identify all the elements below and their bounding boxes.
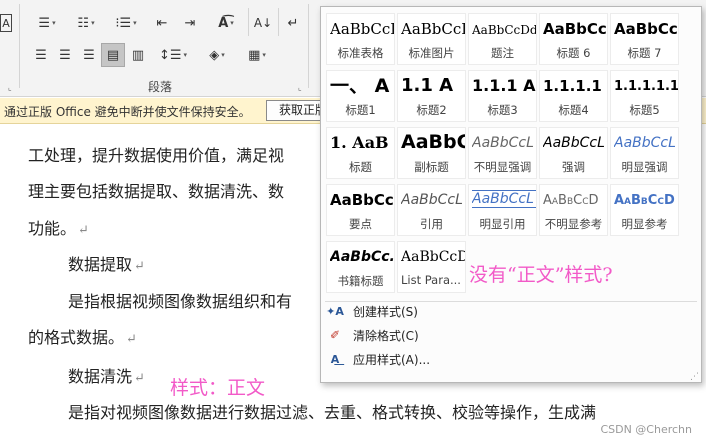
style-tile[interactable]: 一、 A 标题1 — [326, 70, 395, 122]
style-gallery-popup: AaBbCcI 标准表格 AaBbCcI 标准图片 AaBbCcDd 题注 AaBbC… — [320, 6, 702, 383]
doc-line: 功能。 ↵ — [28, 219, 89, 238]
doc-line: 工处理，提升数据使用价值，满足视 — [28, 146, 285, 165]
create-style-icon: ✦A — [326, 304, 344, 318]
create-style-command[interactable]: ✦A 创建样式(S) — [326, 300, 418, 322]
style-tile[interactable]: AaBbCcD 不明显参考 — [539, 184, 608, 236]
style-tile[interactable]: 1.1.1 A 标题3 — [468, 70, 537, 122]
clear-formatting-command[interactable]: ✐ 清除格式(C) — [327, 324, 419, 346]
ribbon-separator — [19, 4, 20, 88]
style-tile[interactable]: AaBbCcI 标准表格 — [326, 13, 395, 65]
paragraph-mark: ↵ — [78, 223, 89, 238]
style-tile[interactable]: AaBbC 副标题 — [397, 127, 466, 179]
sort-button[interactable]: A↓ — [252, 12, 274, 34]
doc-line: 是指根据视频图像数据组织和有 — [68, 292, 293, 311]
doc-heading-line: 数据清洗 ↵ — [68, 367, 145, 386]
decrease-indent-button[interactable]: ⇤ — [150, 12, 174, 34]
style-tile[interactable]: AaBbCcl 标题 7 — [610, 13, 679, 65]
doc-line: 的格式数据。 ↵ — [28, 328, 137, 347]
style-annotation: 样式：正文 — [170, 377, 266, 399]
bullets-button[interactable]: ☰ ▾ — [30, 12, 64, 34]
style-tile[interactable]: 1.1.1.1.1 标题5 — [610, 70, 679, 122]
style-tile[interactable]: AaBbCcL 引用 — [397, 184, 466, 236]
info-bar-message: 通过正版 Office 避免中断并使文件保持安全。 — [4, 105, 251, 119]
paragraph-dialog-launcher-icon[interactable]: ⌞ — [298, 83, 302, 92]
line-spacing-button[interactable]: ↕☰ ▾ — [156, 44, 190, 66]
style-tile[interactable]: 1.1.1.1 标题4 — [539, 70, 608, 122]
style-tile[interactable]: AaBbCcD 明显参考 — [610, 184, 679, 236]
style-tile[interactable]: AaBbCcDd 题注 — [468, 13, 537, 65]
shading-button[interactable]: ◈ ▾ — [200, 44, 234, 66]
align-right-button[interactable]: ☰ — [78, 44, 100, 66]
justify-button[interactable]: ▤ — [101, 43, 125, 67]
paragraph-mark: ↵ — [134, 371, 145, 386]
numbering-button[interactable]: ☷ ▾ — [68, 12, 104, 34]
doc-line: 理主要包括数据提取、数据清洗、数 — [28, 182, 285, 201]
watermark: CSDN @Cherchn — [600, 423, 692, 436]
clear-formatting-icon: ✐ — [329, 328, 341, 342]
apply-styles-command[interactable]: A͟ 应用样式(A)... — [327, 348, 430, 370]
chinese-layout-button[interactable]: A͡ ▾ — [208, 12, 244, 34]
paragraph-mark: ↵ — [126, 332, 137, 347]
ribbon-separator — [248, 8, 249, 36]
style-tile[interactable]: AaBbCcL 不明显强调 — [468, 127, 537, 179]
paragraph-group-label: 段落 — [148, 80, 173, 94]
style-tile[interactable]: AaBbCc. 书籍标题 — [326, 241, 395, 293]
style-tile[interactable]: AaBbCcl 要点 — [326, 184, 395, 236]
ribbon-separator — [308, 4, 309, 88]
style-tile[interactable]: AaBbCcL 强调 — [539, 127, 608, 179]
align-center-button[interactable]: ☰ — [54, 44, 76, 66]
ribbon-separator — [278, 8, 279, 36]
style-tile[interactable]: 1. AaB 标题 — [326, 127, 395, 179]
question-annotation: 没有“正文”样式? — [469, 264, 613, 286]
style-tile[interactable]: AaBbCcD List Para... — [397, 241, 466, 293]
borders-button[interactable]: ▦ ▾ — [240, 44, 274, 66]
font-style-a-button[interactable]: A — [0, 14, 12, 32]
resize-grip-icon[interactable]: ⋰ — [690, 372, 699, 382]
increase-indent-button[interactable]: ⇥ — [178, 12, 202, 34]
style-tile[interactable]: AaBbCcI 标准图片 — [397, 13, 466, 65]
style-tile[interactable]: AaBbCcL 明显引用 — [468, 184, 537, 236]
distributed-button[interactable]: ▥ — [127, 44, 149, 66]
font-dialog-launcher-icon[interactable]: ⌞ — [8, 83, 12, 92]
multilevel-list-button[interactable]: ⁝☰ ▾ — [108, 12, 144, 34]
style-tile[interactable]: 1.1 A 标题2 — [397, 70, 466, 122]
show-marks-button[interactable]: ↵ — [282, 12, 304, 34]
style-tile[interactable]: AaBbCc 标题 6 — [539, 13, 608, 65]
doc-heading-line: 数据提取 ↵ — [68, 255, 145, 274]
align-left-button[interactable]: ☰ — [30, 44, 52, 66]
paragraph-mark: ↵ — [134, 259, 145, 274]
doc-line: 是指对视频图像数据进行数据过滤、去重、格式转换、校验等操作，生成满 — [68, 403, 597, 422]
apply-styles-icon: A͟ — [330, 352, 340, 366]
style-tile[interactable]: AaBbCcL 明显强调 — [610, 127, 679, 179]
